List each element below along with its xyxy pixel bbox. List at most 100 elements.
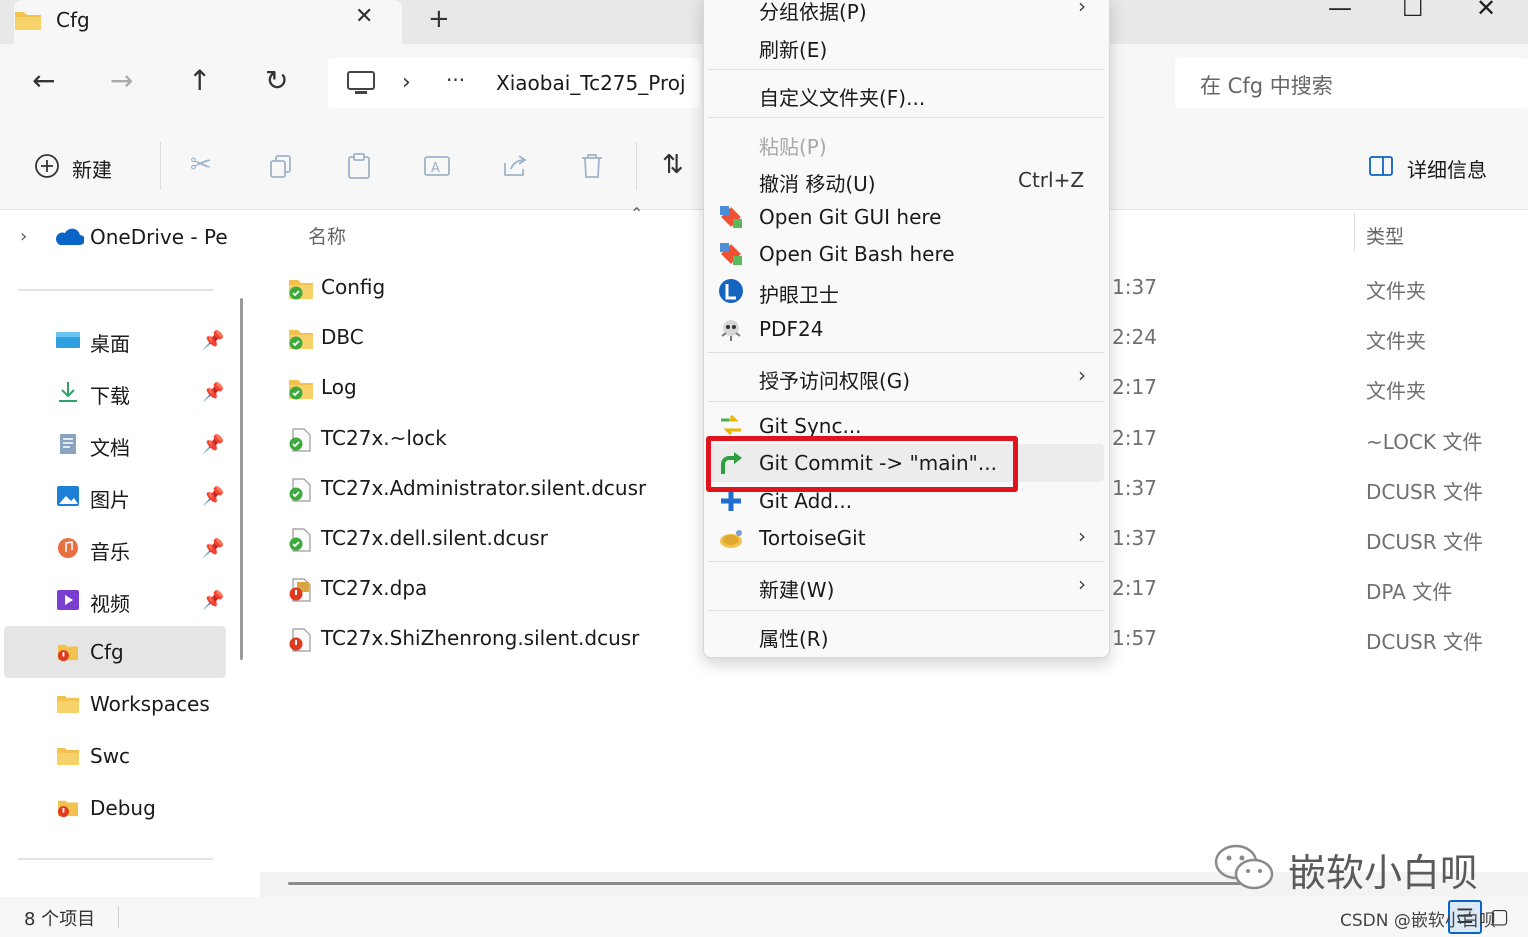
sidebar-item-swc[interactable]: Swc xyxy=(90,744,130,768)
file-name[interactable]: Config xyxy=(321,275,385,299)
pictures-icon xyxy=(57,486,79,506)
file-modified-time: 2:17 xyxy=(1112,375,1157,399)
file-modified-time: 1:37 xyxy=(1112,526,1157,550)
menu-separator xyxy=(708,610,1104,611)
pin-icon: 📌 xyxy=(202,330,225,351)
file-name[interactable]: DBC xyxy=(321,325,364,349)
status-divider xyxy=(118,906,119,928)
up-button[interactable]: ↑ xyxy=(188,64,211,97)
file-name[interactable]: TC27x.Administrator.silent.dcusr xyxy=(321,476,646,500)
file-type: DCUSR 文件 xyxy=(1366,530,1483,554)
menu-item-grant-access[interactable]: 授予访问权限(G) xyxy=(759,365,910,394)
sidebar-divider xyxy=(18,858,213,860)
menu-item-pdf24[interactable]: PDF24 xyxy=(759,317,823,341)
horizontal-scrollbar-thumb[interactable] xyxy=(288,882,1248,885)
folder-git-normal-icon xyxy=(289,280,313,300)
sidebar-item-videos[interactable]: 视频 xyxy=(90,588,130,617)
toolbar-separator xyxy=(160,142,161,190)
details-button[interactable]: 详细信息 xyxy=(1407,154,1487,183)
menu-item-group-by[interactable]: 分组依据(P) xyxy=(759,0,867,25)
download-icon xyxy=(59,382,77,402)
sidebar-item-debug[interactable]: Debug xyxy=(90,796,156,820)
new-button[interactable]: 新建 xyxy=(72,154,112,183)
menu-item-new[interactable]: 新建(W) xyxy=(759,574,834,603)
wechat-logo-icon xyxy=(1214,844,1274,890)
desktop-icon xyxy=(56,332,80,348)
file-type: 文件夹 xyxy=(1366,379,1426,403)
breadcrumb-path[interactable]: Xiaobai_Tc275_Proj xyxy=(496,71,686,95)
new-tab-button[interactable]: + xyxy=(428,4,450,34)
expand-chevron-icon[interactable]: › xyxy=(20,226,27,247)
menu-item-customize-folder[interactable]: 自定义文件夹(F)... xyxy=(759,82,925,111)
file-name[interactable]: TC27x.ShiZhenrong.silent.dcusr xyxy=(321,626,639,650)
column-header-type[interactable]: 类型 xyxy=(1366,222,1404,249)
share-icon[interactable] xyxy=(501,153,529,179)
sidebar-item-onedrive[interactable]: OneDrive - Per xyxy=(90,225,228,249)
copy-icon[interactable] xyxy=(268,153,294,179)
file-modified-time: 2:24 xyxy=(1112,325,1157,349)
file-name[interactable]: Log xyxy=(321,375,357,399)
sidebar-scrollbar[interactable] xyxy=(240,298,243,660)
sidebar-item-pictures[interactable]: 图片 xyxy=(90,484,130,513)
status-bar xyxy=(0,897,1528,937)
column-divider[interactable] xyxy=(1354,212,1355,252)
folder-icon xyxy=(15,12,41,30)
minimize-button[interactable]: — xyxy=(1328,0,1352,22)
file-git-conflict-icon xyxy=(289,628,311,652)
documents-icon xyxy=(60,434,76,454)
menu-item-eye-guard[interactable]: 护眼卫士 xyxy=(759,279,839,308)
sidebar-item-desktop[interactable]: 桌面 xyxy=(90,328,130,357)
folder-git-normal-icon xyxy=(289,330,313,350)
menu-item-open-git-gui[interactable]: Open Git GUI here xyxy=(759,205,942,229)
menu-item-undo-move[interactable]: 撤消 移动(U) xyxy=(759,168,876,197)
breadcrumb-overflow-button[interactable]: ··· xyxy=(446,68,465,92)
submenu-arrow-icon: › xyxy=(1078,363,1086,387)
submenu-arrow-icon: › xyxy=(1078,524,1086,548)
delete-icon[interactable] xyxy=(580,152,604,180)
menu-separator xyxy=(708,352,1104,353)
sidebar-item-downloads[interactable]: 下载 xyxy=(90,380,130,409)
folder-git-normal-icon xyxy=(289,380,313,400)
music-icon xyxy=(58,538,78,558)
file-name[interactable]: TC27x.dell.silent.dcusr xyxy=(321,526,548,550)
menu-item-git-sync[interactable]: Git Sync... xyxy=(759,414,862,438)
file-git-conflict-icon xyxy=(289,578,311,602)
menu-item-git-add[interactable]: Git Add... xyxy=(759,489,852,513)
sidebar-item-documents[interactable]: 文档 xyxy=(90,432,130,461)
cut-icon[interactable]: ✂ xyxy=(190,150,212,180)
maximize-button[interactable]: ☐ xyxy=(1402,0,1424,22)
menu-item-refresh[interactable]: 刷新(E) xyxy=(759,34,827,63)
tab-close-icon[interactable]: ✕ xyxy=(355,4,373,29)
refresh-button[interactable]: ↻ xyxy=(265,64,288,97)
file-git-normal-icon xyxy=(289,428,311,452)
pdf24-icon xyxy=(721,320,741,341)
sidebar-item-music[interactable]: 音乐 xyxy=(90,536,130,565)
git-sync-icon xyxy=(721,414,741,436)
menu-item-tortoisegit[interactable]: TortoiseGit xyxy=(759,526,866,550)
file-git-normal-icon xyxy=(289,528,311,552)
item-count: 8 个项目 xyxy=(24,909,96,930)
sidebar-item-cfg[interactable]: Cfg xyxy=(90,640,124,664)
menu-item-properties[interactable]: 属性(R) xyxy=(759,623,829,652)
column-header-name[interactable]: 名称 xyxy=(308,222,346,249)
file-name[interactable]: TC27x.~lock xyxy=(321,426,447,450)
file-git-normal-icon xyxy=(289,478,311,502)
sidebar-item-workspaces[interactable]: Workspaces xyxy=(90,692,210,716)
breadcrumb-chevron-icon: › xyxy=(402,70,411,95)
menu-item-open-git-bash[interactable]: Open Git Bash here xyxy=(759,242,955,266)
forward-button[interactable]: → xyxy=(110,64,133,97)
file-type: DPA 文件 xyxy=(1366,580,1453,604)
sort-icon[interactable]: ⇅ xyxy=(662,150,684,180)
menu-item-paste[interactable]: 粘贴(P) xyxy=(759,131,827,160)
back-button[interactable]: ← xyxy=(32,64,55,97)
rename-icon[interactable]: A xyxy=(423,153,451,179)
submenu-arrow-icon: › xyxy=(1078,0,1086,18)
close-window-button[interactable]: ✕ xyxy=(1476,0,1496,22)
file-name[interactable]: TC27x.dpa xyxy=(321,576,427,600)
eye-guard-icon xyxy=(719,279,743,303)
search-placeholder: 在 Cfg 中搜索 xyxy=(1200,74,1333,98)
paste-icon[interactable] xyxy=(346,152,372,180)
pin-icon: 📌 xyxy=(202,538,225,559)
file-modified-time: 2:17 xyxy=(1112,576,1157,600)
git-bash-icon xyxy=(720,243,742,265)
